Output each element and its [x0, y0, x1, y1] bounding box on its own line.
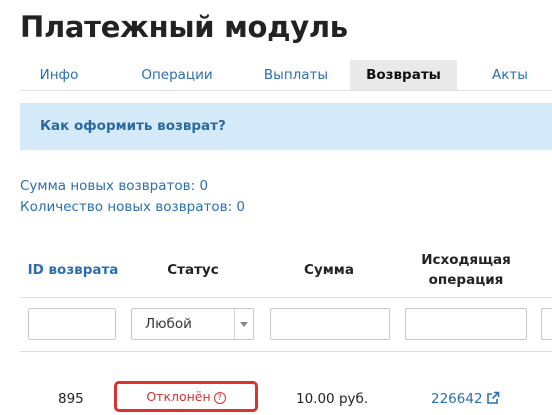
tab-info[interactable]: Инфо [20, 60, 98, 90]
column-header-source-operation-line2: операция [428, 272, 504, 288]
amount-cell: 10.00 руб. [296, 391, 369, 407]
filter-extra-input[interactable] [541, 308, 552, 340]
column-header-status: Статус [167, 262, 219, 278]
external-link-icon [486, 391, 499, 404]
info-banner: Как оформить возврат? [20, 103, 552, 150]
new-refunds-sum-link[interactable]: Сумма новых возвратов: 0 [20, 178, 208, 194]
tab-refunds[interactable]: Возвраты [350, 60, 457, 90]
filter-divider [20, 351, 552, 352]
filter-status-select[interactable]: Любой [131, 308, 254, 340]
page-title: Платежный модуль [20, 10, 348, 44]
chevron-down-icon [234, 309, 253, 339]
column-header-source-operation-line1: Исходящая [421, 252, 511, 268]
refund-id-cell: 895 [58, 391, 84, 407]
tab-bar: Инфо Операции Выплаты Возвраты Акты [20, 60, 552, 91]
column-header-source-operation: Исходящая операция [401, 250, 531, 290]
source-operation-link[interactable]: 226642 [431, 388, 500, 410]
tab-payouts[interactable]: Выплаты [241, 60, 351, 90]
tab-operations[interactable]: Операции [118, 60, 236, 90]
question-circle-icon[interactable]: ? [213, 392, 226, 404]
status-badge: Отклонён? [114, 381, 258, 412]
filter-source-operation-input[interactable] [405, 308, 527, 340]
how-to-refund-link[interactable]: Как оформить возврат? [40, 103, 226, 150]
source-operation-id: 226642 [431, 391, 483, 407]
new-refunds-count-link[interactable]: Количество новых возвратов: 0 [20, 199, 245, 215]
filter-refund-id-input[interactable] [28, 308, 116, 340]
status-text: Отклонён [146, 389, 211, 404]
filter-amount-input[interactable] [270, 308, 390, 340]
column-header-amount: Сумма [304, 262, 354, 278]
column-header-refund-id[interactable]: ID возврата [27, 260, 119, 280]
tab-acts[interactable]: Акты [478, 60, 542, 90]
filter-status-value: Любой [145, 316, 192, 332]
header-divider [20, 297, 552, 298]
